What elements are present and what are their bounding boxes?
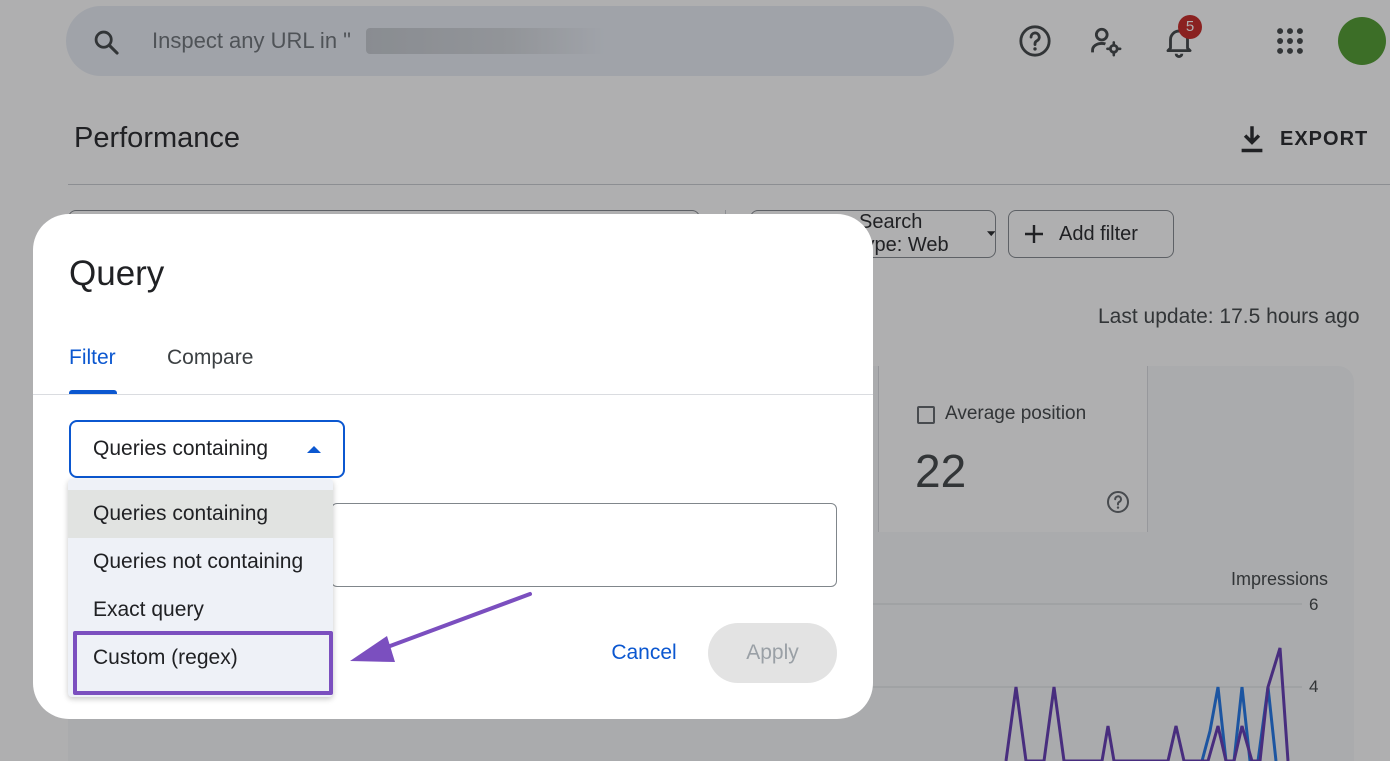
query-text-input[interactable] (331, 503, 837, 587)
caret-up-icon (307, 446, 321, 453)
tab-filter[interactable]: Filter (69, 346, 116, 370)
query-filter-dialog: Query Filter Compare Queries containing … (33, 214, 873, 719)
tab-divider (33, 394, 873, 395)
tab-compare[interactable]: Compare (167, 346, 253, 370)
option-exact-query[interactable]: Exact query (68, 586, 333, 634)
dialog-title: Query (69, 254, 165, 293)
query-match-type-select[interactable]: Queries containing (69, 420, 345, 478)
select-value: Queries containing (93, 437, 269, 460)
apply-button[interactable]: Apply (708, 623, 837, 683)
cancel-button[interactable]: Cancel (593, 623, 695, 683)
search-console-performance-screen: Inspect any URL in " 5 Performance EXPOR… (0, 0, 1390, 761)
annotation-highlight-box (73, 631, 333, 695)
option-queries-containing[interactable]: Queries containing (68, 490, 333, 538)
option-queries-not-containing[interactable]: Queries not containing (68, 538, 333, 586)
